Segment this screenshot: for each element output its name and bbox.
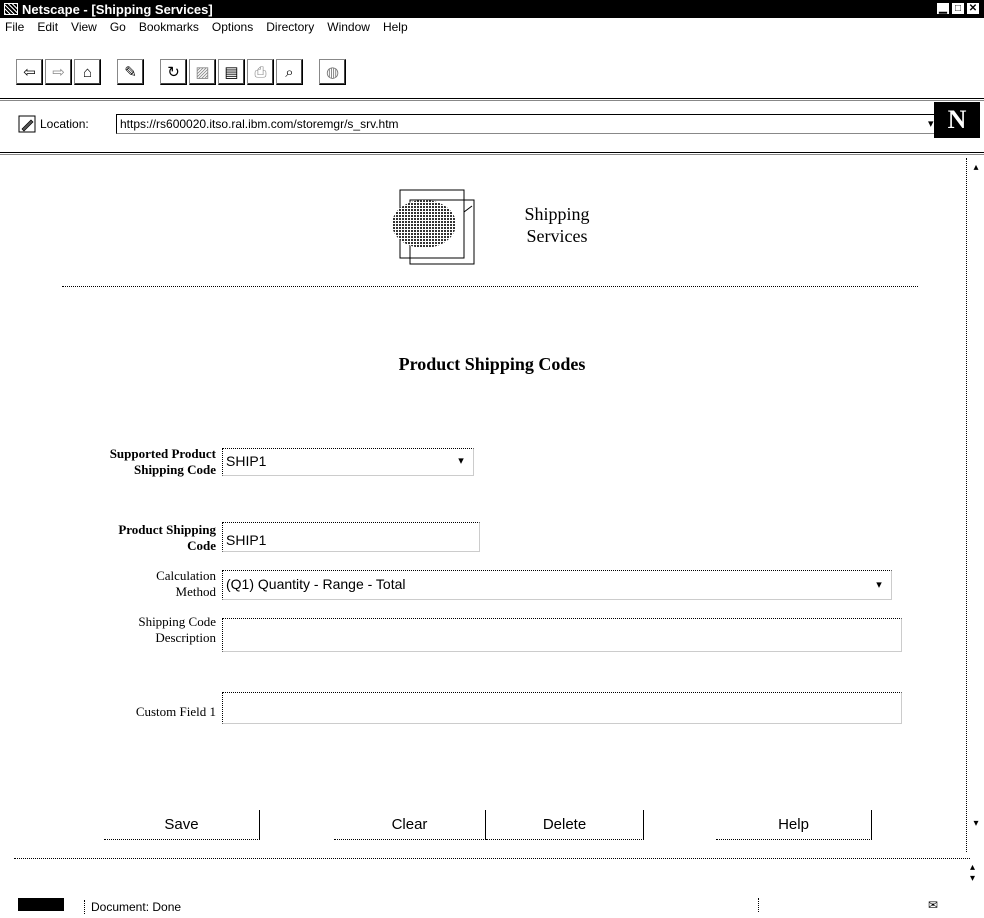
lower-scroll-arrows-icon[interactable]: ▴ ▾ bbox=[970, 862, 975, 884]
location-bar: Location: https://rs600020.itso.ral.ibm.… bbox=[18, 112, 936, 136]
delete-button[interactable]: Delete bbox=[486, 810, 644, 840]
clear-button[interactable]: Clear bbox=[334, 810, 486, 840]
title-bar: Netscape - [Shipping Services] ▁ □ ✕ bbox=[0, 0, 984, 18]
mail-icon[interactable]: ✉ bbox=[928, 898, 938, 912]
content-top-separator bbox=[0, 152, 984, 155]
images-icon[interactable]: ▨ bbox=[189, 59, 216, 85]
menu-file[interactable]: File bbox=[5, 20, 24, 34]
home-icon[interactable]: ⌂ bbox=[74, 59, 101, 85]
menu-directory[interactable]: Directory bbox=[266, 20, 314, 34]
print-icon[interactable]: ⎙ bbox=[247, 59, 274, 85]
supported-code-dropdown-icon[interactable]: ▾ bbox=[454, 454, 468, 467]
product-code-input[interactable]: SHIP1 bbox=[222, 522, 480, 552]
supported-code-label: Supported Product Shipping Code bbox=[109, 446, 216, 477]
logo-title: Shipping Services bbox=[524, 204, 590, 246]
edit-icon[interactable]: ✎ bbox=[117, 59, 144, 85]
vertical-scrollbar[interactable]: ▴ ▾ bbox=[966, 158, 984, 852]
shipping-services-image bbox=[392, 189, 475, 265]
scroll-up-arrow-icon[interactable]: ▴ bbox=[969, 162, 983, 176]
menu-help[interactable]: Help bbox=[383, 20, 408, 34]
reload-icon[interactable]: ↻ bbox=[160, 59, 187, 85]
maximize-button[interactable]: □ bbox=[951, 2, 965, 15]
location-label: Location: bbox=[40, 117, 89, 131]
back-icon[interactable]: ⇦ bbox=[16, 59, 43, 85]
menu-window[interactable]: Window bbox=[327, 20, 370, 34]
menu-go[interactable]: Go bbox=[110, 20, 126, 34]
horizontal-rule bbox=[62, 286, 918, 287]
minimize-button[interactable]: ▁ bbox=[936, 2, 950, 15]
menu-bar: File Edit View Go Bookmarks Options Dire… bbox=[0, 18, 984, 36]
stop-icon[interactable]: ◍ bbox=[319, 59, 346, 85]
menu-edit[interactable]: Edit bbox=[37, 20, 58, 34]
custom-field-label: Custom Field 1 bbox=[135, 704, 216, 719]
description-label: Shipping Code Description bbox=[138, 614, 216, 645]
calc-method-dropdown-icon[interactable]: ▾ bbox=[872, 578, 886, 591]
custom-field-input[interactable] bbox=[222, 692, 902, 724]
status-bar: Document: Done ✉ bbox=[0, 896, 984, 918]
bookmark-pen-icon[interactable] bbox=[18, 115, 36, 133]
product-code-label: Product Shipping Code bbox=[118, 522, 216, 553]
status-message: Document: Done bbox=[84, 900, 956, 914]
menu-options[interactable]: Options bbox=[212, 20, 253, 34]
menu-view[interactable]: View bbox=[71, 20, 97, 34]
toolbar-separator bbox=[0, 98, 984, 101]
section-title: Product Shipping Codes bbox=[398, 354, 586, 374]
open-icon[interactable]: ▤ bbox=[218, 59, 245, 85]
description-input[interactable] bbox=[222, 618, 902, 652]
calc-method-label: Calculation Method bbox=[156, 568, 216, 599]
close-button[interactable]: ✕ bbox=[966, 2, 980, 15]
window-title: Netscape - [Shipping Services] bbox=[22, 1, 213, 17]
find-icon[interactable]: ⌕ bbox=[276, 59, 303, 85]
calc-method-select[interactable]: (Q1) Quantity - Range - Total bbox=[222, 570, 892, 600]
supported-code-select[interactable]: SHIP1 bbox=[222, 448, 474, 476]
help-button[interactable]: Help bbox=[716, 810, 872, 840]
menu-bookmarks[interactable]: Bookmarks bbox=[139, 20, 199, 34]
netscape-system-icon[interactable] bbox=[4, 3, 18, 15]
status-divider bbox=[758, 898, 759, 912]
location-input[interactable]: https://rs600020.itso.ral.ibm.com/storem… bbox=[116, 114, 936, 134]
netscape-logo[interactable]: N bbox=[934, 102, 980, 138]
scroll-down-arrow-icon[interactable]: ▾ bbox=[969, 818, 983, 832]
location-dropdown-arrow-icon[interactable]: ▾ bbox=[928, 117, 934, 130]
forward-icon[interactable]: ⇨ bbox=[45, 59, 72, 85]
frame-separator bbox=[14, 858, 970, 866]
toolbar: ⇦ ⇨ ⌂ ✎ ↻ ▨ ▤ ⎙ ⌕ ◍ bbox=[16, 52, 348, 92]
save-button[interactable]: Save bbox=[104, 810, 260, 840]
security-key-icon[interactable] bbox=[18, 898, 64, 911]
